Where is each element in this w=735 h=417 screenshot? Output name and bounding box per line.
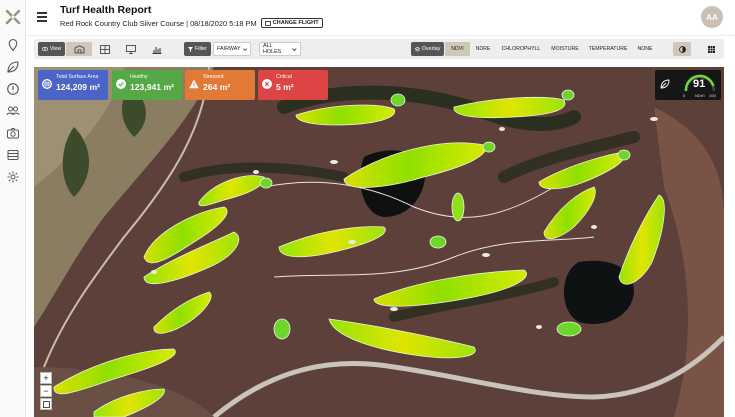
stat-label: Total Surface Area — [56, 74, 99, 80]
stat-value: 123,941 m² — [130, 82, 174, 92]
contrast-icon — [678, 45, 686, 53]
stat-card-total-area[interactable]: Total Surface Area 124,209 m² — [38, 70, 108, 100]
ndvi-max: 100 — [709, 93, 716, 98]
check-circle-icon — [116, 79, 126, 89]
view-label: View — [49, 46, 62, 52]
app: Turf Health Report Red Rock Country Club… — [0, 0, 735, 417]
map-view[interactable]: Total Surface Area 124,209 m² Healthy 12… — [34, 67, 724, 417]
fullscreen-button[interactable] — [40, 398, 52, 410]
eye-icon — [41, 47, 48, 51]
overlay-option-temperature[interactable]: TEMPERATURE — [584, 42, 632, 56]
course-info: Red Rock Country Club Silver Course | 08… — [60, 18, 323, 28]
stat-card-healthy[interactable]: Healthy 123,941 m² — [112, 70, 182, 100]
chart-view-button[interactable] — [144, 42, 170, 56]
fullscreen-icon — [42, 400, 50, 408]
stat-label: Critical — [276, 74, 292, 80]
apps-grid-icon — [707, 45, 715, 53]
filter-icon — [188, 46, 193, 52]
layers-icon — [414, 46, 420, 52]
overlay-label: Overlay — [421, 46, 441, 52]
hamburger-menu-icon[interactable] — [37, 12, 47, 22]
area-dropdown[interactable]: FAIRWAY — [213, 42, 251, 56]
course-aerial-map[interactable] — [34, 67, 724, 417]
contrast-toggle[interactable] — [673, 42, 691, 56]
map-view-button[interactable] — [66, 42, 92, 56]
x-circle-icon — [262, 79, 272, 89]
avatar[interactable]: AA — [701, 6, 723, 28]
leaf-icon[interactable] — [6, 60, 20, 74]
course-and-date: Red Rock Country Club Silver Course | 08… — [60, 18, 257, 28]
grid-view-icon — [100, 44, 110, 54]
grid-view-button[interactable] — [92, 42, 118, 56]
camera-icon[interactable] — [6, 126, 20, 140]
left-rail — [0, 0, 26, 417]
holes-dropdown[interactable]: ALL HOLES — [259, 42, 301, 56]
change-flight-label: CHANGE FLIGHT — [272, 20, 319, 26]
overlay-option-moisture[interactable]: MOISTURE — [546, 42, 584, 56]
stat-value: 124,209 m² — [56, 82, 100, 92]
stat-card-stressed[interactable]: Stressed 264 m² — [185, 70, 255, 100]
holes-dropdown-value: ALL HOLES — [263, 43, 282, 55]
grid-menu-button[interactable] — [702, 42, 720, 56]
app-logo-icon[interactable] — [5, 9, 21, 25]
view-mode-group — [66, 42, 170, 56]
map-view-icon — [74, 44, 84, 53]
filter-label: Filter — [195, 46, 207, 52]
chevron-down-icon — [292, 47, 297, 51]
monitor-view-icon — [126, 44, 136, 54]
overlay-option-chlorophyll[interactable]: CHLOROPHYLL — [496, 42, 546, 56]
globe-icon — [42, 79, 52, 89]
calendar-icon — [264, 20, 271, 26]
view-button[interactable]: View — [38, 42, 65, 56]
group-icon[interactable] — [6, 104, 20, 118]
stat-value: 5 m² — [276, 82, 294, 92]
chart-view-icon — [152, 46, 162, 54]
overlay-options: NDVI NDRE CHLOROPHYLL MOISTURE TEMPERATU… — [445, 42, 658, 56]
chevron-down-icon — [242, 47, 247, 51]
stat-card-critical[interactable]: Critical 5 m² — [258, 70, 328, 100]
stat-value: 264 m² — [203, 82, 231, 92]
overlay-option-none[interactable]: NONE — [632, 42, 658, 56]
warning-icon — [189, 79, 199, 89]
overlay-button[interactable]: Overlay — [411, 42, 444, 56]
map-pin-icon[interactable] — [6, 38, 20, 52]
overlay-option-ndre[interactable]: NDRE — [470, 42, 496, 56]
overlay-option-ndvi[interactable]: NDVI — [445, 42, 470, 56]
ndvi-min: 0 — [683, 93, 686, 98]
change-flight-button[interactable]: CHANGE FLIGHT — [260, 18, 323, 28]
area-dropdown-value: FAIRWAY — [217, 46, 241, 52]
stat-label: Healthy — [130, 74, 148, 80]
header: Turf Health Report Red Rock Country Club… — [26, 0, 735, 36]
ndvi-value: 91 — [693, 78, 706, 90]
settings-icon[interactable] — [6, 170, 20, 184]
leaf-icon — [660, 79, 670, 89]
ndvi-label: NDVI — [695, 93, 705, 98]
zoom-in-button[interactable]: + — [40, 372, 52, 384]
alert-icon[interactable] — [6, 82, 20, 96]
list-icon[interactable] — [6, 148, 20, 162]
zoom-out-button[interactable]: − — [40, 385, 52, 397]
monitor-view-button[interactable] — [118, 42, 144, 56]
filter-button[interactable]: Filter — [184, 42, 211, 56]
ndvi-gauge[interactable]: 91 0 NDVI 100 — [655, 70, 721, 100]
toolbar: View Filter FAIRWAY ALL HOLES Overlay ND… — [34, 39, 724, 59]
stat-label: Stressed — [203, 74, 224, 80]
page-title: Turf Health Report — [60, 4, 152, 16]
